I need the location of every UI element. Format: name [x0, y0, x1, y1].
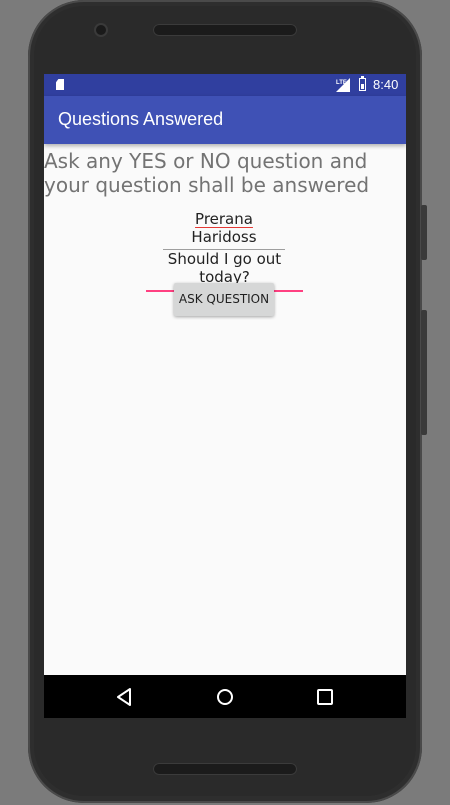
- instruction-text: Ask any YES or NO question and your ques…: [44, 149, 370, 197]
- bottom-speaker-grille: [153, 763, 297, 775]
- app-toolbar: Questions Answered: [44, 96, 406, 144]
- name-first-word: Prerana: [195, 210, 253, 228]
- name-input[interactable]: Prerana Haridoss: [163, 210, 285, 250]
- battery-icon: [359, 76, 366, 91]
- status-time: 8:40: [373, 77, 399, 92]
- network-type-label: LTE: [336, 80, 347, 86]
- home-icon[interactable]: [213, 685, 237, 709]
- name-last-word: Haridoss: [191, 228, 257, 246]
- power-button: [421, 205, 427, 260]
- status-bar: LTE 8:40: [44, 74, 406, 96]
- app-title: Questions Answered: [58, 109, 224, 129]
- app-screen: LTE 8:40 Questions Answered Ask any YES …: [44, 74, 406, 718]
- sd-card-icon: [56, 79, 64, 90]
- volume-button: [421, 310, 427, 435]
- ask-question-button[interactable]: ASK QUESTION: [174, 283, 274, 316]
- back-icon[interactable]: [113, 685, 137, 709]
- navigation-bar: [44, 675, 406, 718]
- lte-signal-icon: LTE: [336, 78, 350, 92]
- front-camera: [96, 25, 106, 35]
- recents-icon[interactable]: [313, 685, 337, 709]
- top-speaker-grille: [153, 24, 297, 36]
